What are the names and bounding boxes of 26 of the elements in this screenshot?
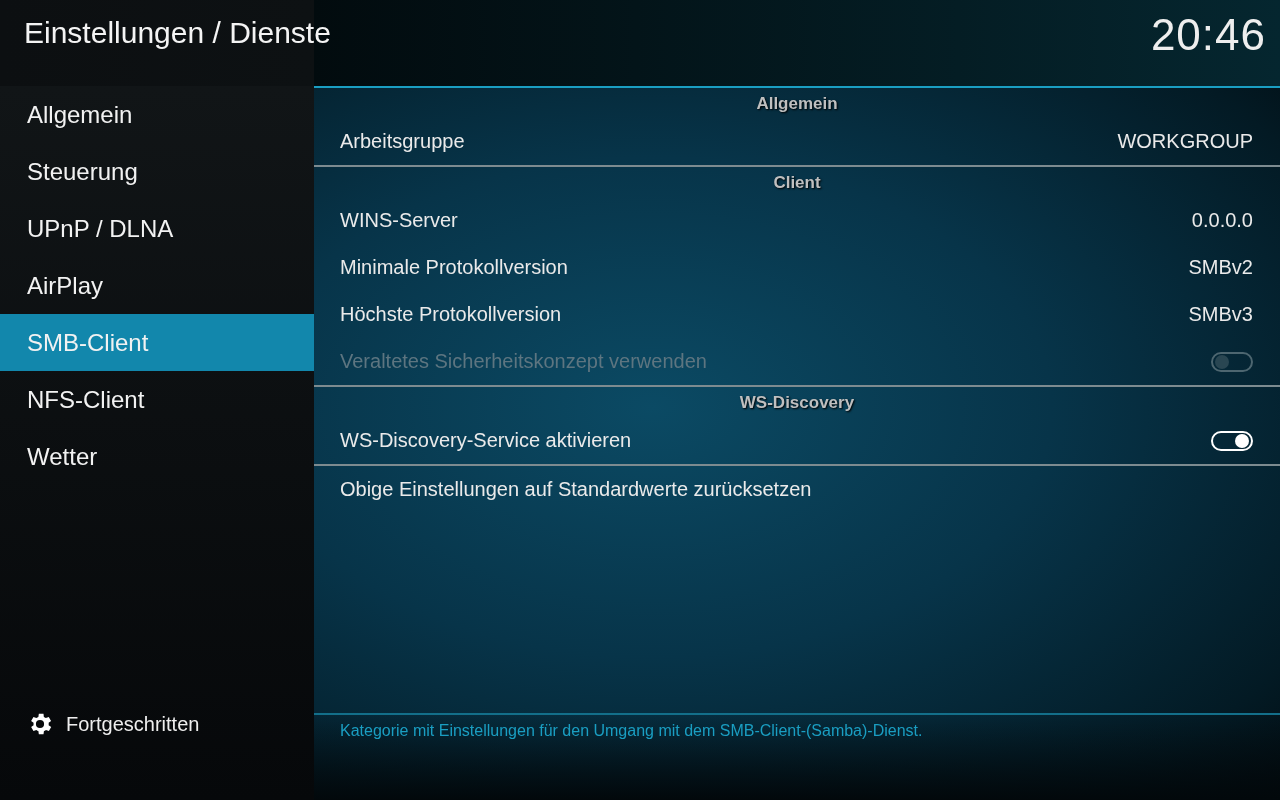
settings-level-button[interactable]: Fortgeschritten — [0, 710, 314, 800]
category-item[interactable]: NFS-Client — [0, 371, 314, 428]
category-item[interactable]: Allgemein — [0, 86, 314, 143]
section-heading: WS-Discovery — [738, 392, 856, 414]
category-item[interactable]: AirPlay — [0, 257, 314, 314]
category-item[interactable]: SMB-Client — [0, 314, 314, 371]
clock: 20:46 — [1150, 9, 1267, 60]
setting-value: WORKGROUP — [1117, 130, 1253, 153]
setting-label[interactable]: WINS-Server — [340, 209, 458, 232]
setting-label[interactable]: Obige Einstellungen auf Standardwerte zurücksetzen — [340, 478, 812, 501]
section-heading: Client — [772, 172, 822, 194]
section-heading: Allgemein — [755, 93, 839, 115]
setting-value: SMBv2 — [1188, 256, 1253, 279]
setting-label[interactable]: Arbeitsgruppe — [340, 130, 465, 153]
setting-label[interactable]: Höchste Protokollversion — [340, 303, 562, 326]
category-item[interactable]: UPnP / DLNA — [0, 200, 314, 257]
category-description: Kategorie mit Einstellungen für den Umgang mit dem SMB-Client-(Samba)-Dienst. — [340, 722, 924, 740]
setting-value: 0.0.0.0 — [1191, 209, 1253, 232]
setting-value: SMBv3 — [1188, 303, 1253, 326]
toggle-switch[interactable] — [1211, 430, 1253, 451]
category-item[interactable]: Steuerung — [0, 143, 314, 200]
setting-label[interactable]: Minimale Protokollversion — [340, 256, 568, 279]
setting-label[interactable]: WS-Discovery-Service aktivieren — [340, 429, 632, 452]
page-title: Einstellungen / Dienste — [23, 15, 331, 50]
category-item[interactable]: Wetter — [0, 428, 314, 485]
setting-label: Veraltetes Sicherheitskonzept verwenden — [340, 350, 707, 373]
